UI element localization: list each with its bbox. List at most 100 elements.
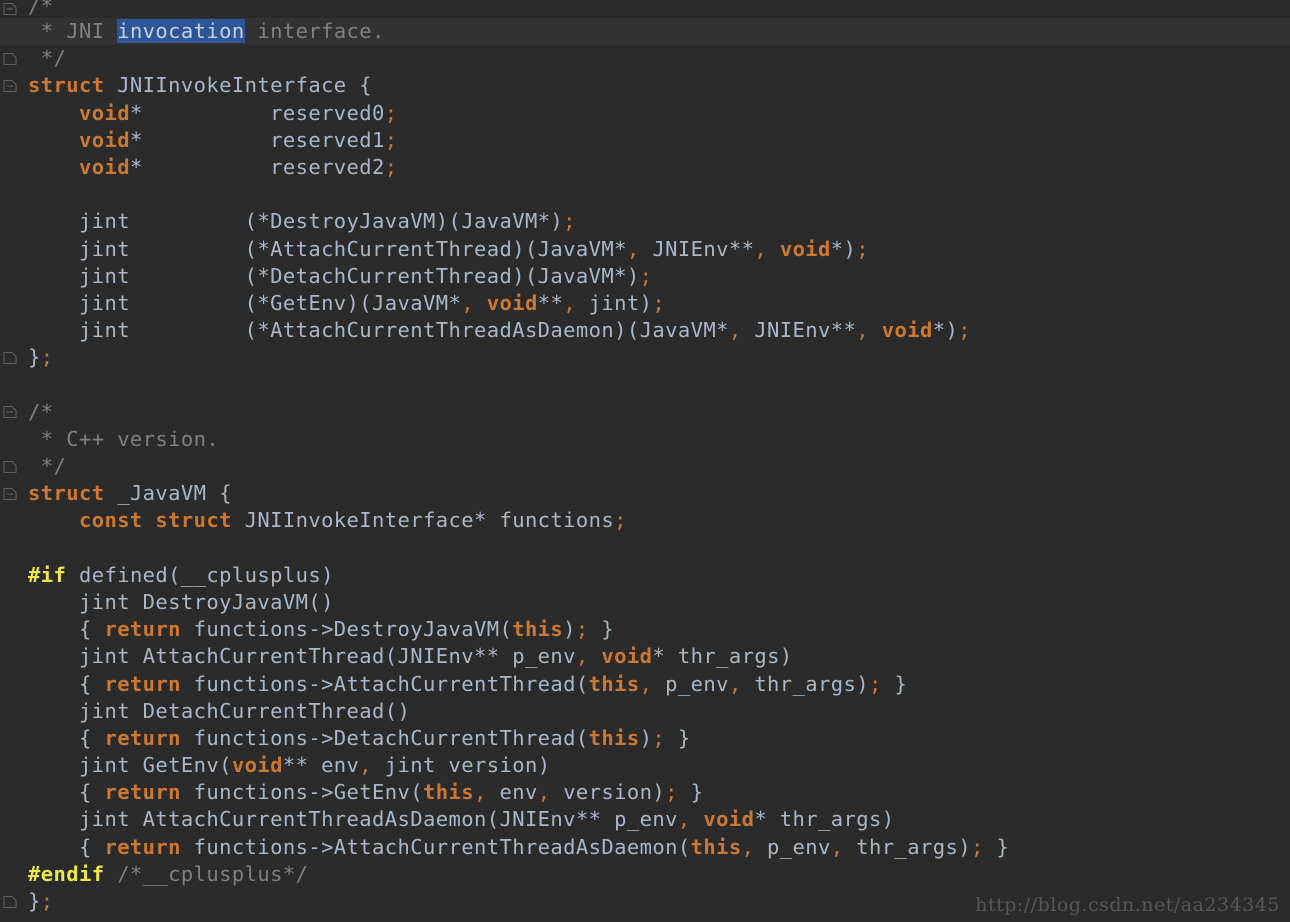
code-token: } — [677, 780, 704, 805]
code-token: ** — [537, 290, 564, 315]
code-token: void — [703, 807, 755, 832]
code-line[interactable]: jint DetachCurrentThread() — [0, 698, 1290, 725]
code-line[interactable]: jint (*AttachCurrentThreadAsDaemon)(Java… — [0, 317, 1290, 344]
code-line[interactable]: jint (*GetEnv)(JavaVM*, void**, jint); — [0, 290, 1290, 317]
code-line[interactable]: jint (*DetachCurrentThread)(JavaVM*); — [0, 263, 1290, 290]
code-line[interactable]: }; — [0, 344, 1290, 371]
fold-end-icon[interactable] — [2, 458, 19, 475]
code-token: , — [537, 780, 551, 805]
code-line[interactable]: jint AttachCurrentThreadAsDaemon(JNIEnv*… — [0, 806, 1290, 833]
code-token: return — [104, 617, 181, 642]
code-line[interactable] — [0, 371, 1290, 398]
code-token: /* — [28, 399, 54, 424]
code-token: thr_args) — [843, 834, 971, 859]
code-line[interactable]: const struct JNIInvokeInterface* functio… — [0, 507, 1290, 534]
code-token: */ — [28, 454, 67, 478]
code-token: void — [486, 290, 538, 315]
code-token: ; — [40, 345, 54, 370]
code-token: return — [104, 834, 181, 859]
code-line[interactable]: #if defined(__cplusplus) — [0, 562, 1290, 589]
code-line[interactable]: { return functions->DestroyJavaVM(this);… — [0, 616, 1290, 643]
fold-end-icon[interactable] — [2, 349, 19, 366]
fold-expand-icon[interactable] — [2, 1, 19, 18]
code-line[interactable]: struct _JavaVM { — [0, 480, 1290, 507]
code-line[interactable]: { return functions->GetEnv(this, env, ve… — [0, 779, 1290, 806]
code-line[interactable]: { return functions->DetachCurrentThread(… — [0, 725, 1290, 752]
code-line[interactable]: #endif /*__cplusplus*/ — [0, 861, 1290, 888]
code-token: , — [575, 644, 589, 669]
fold-expand-icon[interactable] — [2, 404, 19, 421]
code-token: * thr_args) — [652, 644, 793, 669]
code-token: jint version) — [372, 753, 551, 778]
code-token: jint) — [575, 290, 653, 315]
code-token: void — [881, 318, 933, 343]
code-token: struct — [28, 481, 105, 506]
code-token: ; — [40, 889, 54, 913]
code-token: * reserved0 — [129, 100, 385, 125]
code-token: * reserved1 — [129, 127, 385, 152]
code-line[interactable]: jint AttachCurrentThread(JNIEnv** p_env,… — [0, 643, 1290, 670]
code-line[interactable]: { return functions->AttachCurrentThreadA… — [0, 834, 1290, 861]
code-token: JNIEnv** — [639, 236, 755, 261]
code-token: /*__cplusplus*/ — [104, 861, 309, 886]
code-line[interactable]: struct JNIInvokeInterface { — [0, 72, 1290, 99]
fold-expand-icon[interactable] — [2, 77, 19, 94]
code-line[interactable]: void* reserved2; — [0, 154, 1290, 181]
code-line[interactable]: * C++ version. — [0, 426, 1290, 453]
code-token: *) — [830, 236, 857, 261]
code-token: ; — [869, 671, 882, 696]
code-token: * C++ version. — [28, 426, 220, 451]
code-token: version) — [550, 780, 666, 805]
code-line[interactable]: { return functions->AttachCurrentThread(… — [0, 671, 1290, 698]
code-line[interactable] — [0, 181, 1290, 208]
code-line[interactable]: /* — [0, 399, 1290, 426]
code-token: const struct — [78, 508, 232, 533]
code-token: jint (*AttachCurrentThreadAsDaemon)(Java… — [28, 318, 729, 343]
code-token: this — [423, 780, 474, 805]
code-line[interactable]: void* reserved0; — [0, 100, 1290, 127]
code-token: env — [486, 780, 538, 805]
code-token: ; — [384, 127, 398, 152]
code-token: ; — [563, 209, 576, 234]
code-line[interactable]: /* — [0, 0, 1290, 18]
code-token: , — [856, 318, 869, 343]
code-token: , — [741, 834, 755, 859]
code-line[interactable]: jint (*AttachCurrentThread)(JavaVM*, JNI… — [0, 236, 1290, 263]
code-token: jint GetEnv( — [28, 753, 232, 778]
code-line[interactable] — [0, 535, 1290, 562]
code-token: { — [28, 834, 105, 859]
fold-end-icon[interactable] — [2, 893, 19, 910]
code-token: this — [588, 671, 640, 696]
code-line[interactable]: */ — [0, 453, 1290, 480]
code-token: ; — [652, 290, 666, 315]
code-token: } — [665, 725, 691, 750]
fold-expand-icon[interactable] — [2, 485, 19, 502]
code-token: ; — [614, 508, 627, 533]
code-token: functions->GetEnv( — [180, 780, 424, 805]
code-token: * reserved2 — [129, 154, 385, 179]
code-line[interactable]: */ — [0, 45, 1290, 72]
code-line[interactable]: jint (*DestroyJavaVM)(JavaVM*); — [0, 208, 1290, 235]
code-token: , — [359, 753, 373, 778]
code-token: jint (*AttachCurrentThread)(JavaVM* — [28, 236, 627, 261]
code-editor[interactable]: /* * JNI invocation interface. */struct … — [0, 0, 1290, 922]
code-token: ; — [384, 100, 398, 125]
code-token: p_env — [754, 834, 831, 859]
code-token: { — [28, 725, 105, 750]
fold-end-icon[interactable] — [2, 50, 19, 67]
code-line[interactable]: jint GetEnv(void** env, jint version) — [0, 752, 1290, 779]
code-token: functions->AttachCurrentThread( — [180, 671, 589, 696]
code-token: ; — [970, 834, 984, 859]
code-token: functions->DetachCurrentThread( — [180, 725, 589, 750]
code-token: jint DetachCurrentThread() — [28, 698, 411, 723]
code-token: void — [78, 154, 130, 179]
code-line[interactable]: void* reserved1; — [0, 127, 1290, 154]
code-token: JNIInvokeInterface { — [104, 73, 373, 98]
code-line[interactable]: jint DestroyJavaVM() — [0, 589, 1290, 616]
code-line[interactable]: * JNI invocation interface. — [0, 18, 1290, 46]
